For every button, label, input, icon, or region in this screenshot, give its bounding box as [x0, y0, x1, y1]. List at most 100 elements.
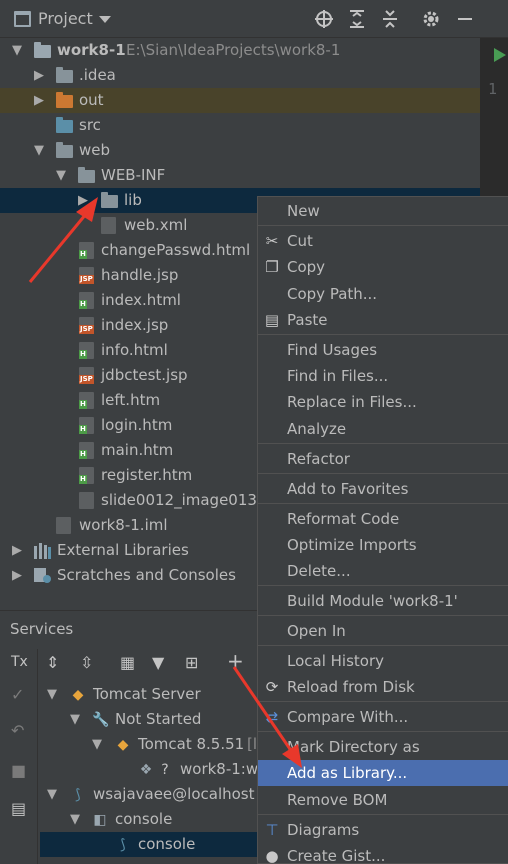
menu-label: Optimize Imports — [287, 536, 417, 554]
html-file-icon: H — [79, 467, 94, 484]
html-file-icon: H — [79, 242, 94, 259]
menu-item-remove-bom[interactable]: Remove BOM — [258, 787, 508, 813]
menu-item-copy[interactable]: ❐ Copy — [258, 254, 508, 280]
xml-file-icon — [101, 217, 116, 234]
image-file-icon — [79, 492, 94, 509]
chevron-down-icon[interactable]: ▼ — [12, 38, 22, 63]
menu-separator — [258, 701, 508, 702]
source-folder-icon — [56, 117, 73, 133]
menu-item-analyze[interactable]: Analyze — [258, 416, 508, 442]
menu-separator — [258, 731, 508, 732]
menu-item-copy-path[interactable]: Copy Path... — [258, 281, 508, 307]
service-label: Tomcat 8.5.51 — [138, 735, 245, 753]
chevron-right-icon[interactable]: ▶ — [12, 538, 22, 563]
services-side-toolbar: ✓ ↶ ■ ▤ — [0, 649, 38, 864]
menu-item-create-gist[interactable]: ● Create Gist... — [258, 843, 508, 864]
locate-icon[interactable] — [314, 9, 334, 29]
check-icon[interactable]: ✓ — [11, 685, 24, 704]
menu-item-paste[interactable]: ▤ Paste — [258, 307, 508, 333]
menu-item-open-in[interactable]: Open In — [258, 618, 508, 644]
tree-item-label: web — [79, 141, 111, 159]
chevron-down-icon[interactable]: ▼ — [34, 138, 44, 163]
minimize-icon[interactable] — [455, 9, 475, 29]
unknown-status-icon: ? — [161, 762, 169, 778]
tree-item-label: WEB-INF — [101, 166, 166, 184]
undo-icon[interactable]: ↶ — [11, 721, 24, 740]
tree-item-label: External Libraries — [57, 541, 189, 559]
menu-item-cut[interactable]: ✂ Cut — [258, 228, 508, 254]
service-status: [l — [247, 735, 258, 753]
menu-label: Local History — [287, 652, 385, 670]
menu-label: Create Gist... — [287, 847, 386, 864]
menu-item-reload-from-disk[interactable]: ⟳ Reload from Disk — [258, 674, 508, 700]
chevron-down-icon[interactable]: ▼ — [56, 163, 66, 188]
chevron-right-icon[interactable]: ▶ — [12, 563, 22, 588]
menu-item-build-module[interactable]: Build Module 'work8-1' — [258, 588, 508, 614]
chevron-down-icon[interactable]: ▼ — [47, 682, 57, 707]
excluded-folder-icon — [56, 92, 73, 108]
menu-label: Remove BOM — [287, 791, 388, 809]
menu-item-find-in-files[interactable]: Find in Files... — [258, 363, 508, 389]
chevron-right-icon[interactable]: ▶ — [34, 63, 44, 88]
tree-item-web[interactable]: ▼ web — [0, 138, 480, 163]
menu-separator — [258, 334, 508, 335]
tree-item-label: work8-1.iml — [79, 516, 168, 534]
gear-icon[interactable] — [421, 9, 441, 29]
new-tab-icon[interactable]: ⊞ — [185, 653, 198, 672]
menu-item-compare-with[interactable]: ⇄ Compare With... — [258, 704, 508, 730]
chevron-right-icon[interactable]: ▶ — [34, 88, 44, 113]
tree-item-label: .idea — [79, 66, 116, 84]
menu-item-new[interactable]: New — [258, 198, 508, 224]
folder-icon — [101, 192, 118, 208]
project-view-selector[interactable]: Project — [38, 9, 93, 28]
menu-item-find-usages[interactable]: Find Usages — [258, 337, 508, 363]
menu-item-reformat-code[interactable]: Reformat Code — [258, 506, 508, 532]
folder-icon — [78, 167, 95, 183]
chevron-right-icon[interactable]: ▶ — [78, 188, 88, 213]
jsp-file-icon: JSP — [79, 317, 94, 334]
menu-item-mark-directory-as[interactable]: Mark Directory as — [258, 734, 508, 760]
menu-item-add-as-library[interactable]: Add as Library... — [258, 760, 508, 786]
menu-label: Find Usages — [287, 341, 378, 359]
service-label: console — [138, 835, 196, 853]
menu-item-add-to-favorites[interactable]: Add to Favorites — [258, 476, 508, 502]
group-by-icon[interactable]: ▦ — [120, 653, 135, 672]
layout-icon[interactable]: ▤ — [11, 799, 26, 818]
filter-icon[interactable]: ▼ — [152, 653, 164, 672]
chevron-down-icon[interactable]: ▼ — [47, 782, 57, 807]
chevron-down-icon[interactable]: ▼ — [92, 732, 102, 757]
menu-item-optimize-imports[interactable]: Optimize Imports — [258, 532, 508, 558]
chevron-down-icon[interactable]: ▼ — [70, 807, 80, 832]
tree-item-webinf[interactable]: ▼ WEB-INF — [0, 163, 480, 188]
menu-item-local-history[interactable]: Local History — [258, 648, 508, 674]
tree-item-label: slide0012_image013.j — [101, 491, 266, 509]
stop-icon[interactable]: ■ — [11, 761, 26, 780]
chevron-down-icon[interactable]: ▼ — [70, 707, 80, 732]
add-service-icon[interactable]: + — [227, 649, 244, 673]
tree-item-idea[interactable]: ▶ .idea — [0, 63, 480, 88]
chevron-down-icon[interactable] — [99, 16, 111, 23]
menu-item-diagrams[interactable]: ⊤ Diagrams — [258, 817, 508, 843]
menu-item-refactor[interactable]: Refactor — [258, 446, 508, 472]
menu-label: Build Module 'work8-1' — [287, 592, 458, 610]
tree-item-src[interactable]: src — [0, 113, 480, 138]
service-label: console — [115, 810, 173, 828]
expand-all-icon[interactable] — [347, 9, 367, 29]
menu-label: Reload from Disk — [287, 678, 415, 696]
paste-icon: ▤ — [264, 311, 280, 329]
menu-label: Mark Directory as — [287, 738, 420, 756]
menu-item-replace-in-files[interactable]: Replace in Files... — [258, 389, 508, 415]
tree-item-label: Scratches and Consoles — [57, 566, 236, 584]
menu-separator — [258, 503, 508, 504]
menu-label: Find in Files... — [287, 367, 389, 385]
menu-item-delete[interactable]: Delete... — [258, 558, 508, 584]
run-icon[interactable] — [494, 48, 506, 62]
collapse-all-icon[interactable]: ⇳ — [80, 653, 93, 672]
menu-separator — [258, 615, 508, 616]
services-title: Services — [10, 620, 74, 638]
expand-all-icon[interactable]: ⇕ — [46, 653, 59, 672]
tree-item-out[interactable]: ▶ out — [0, 88, 480, 113]
collapse-all-icon[interactable] — [380, 9, 400, 29]
tree-item-root[interactable]: ▼ work8-1 E:\Sian\IdeaProjects\work8-1 — [0, 38, 480, 63]
jsp-file-icon: JSP — [79, 367, 94, 384]
